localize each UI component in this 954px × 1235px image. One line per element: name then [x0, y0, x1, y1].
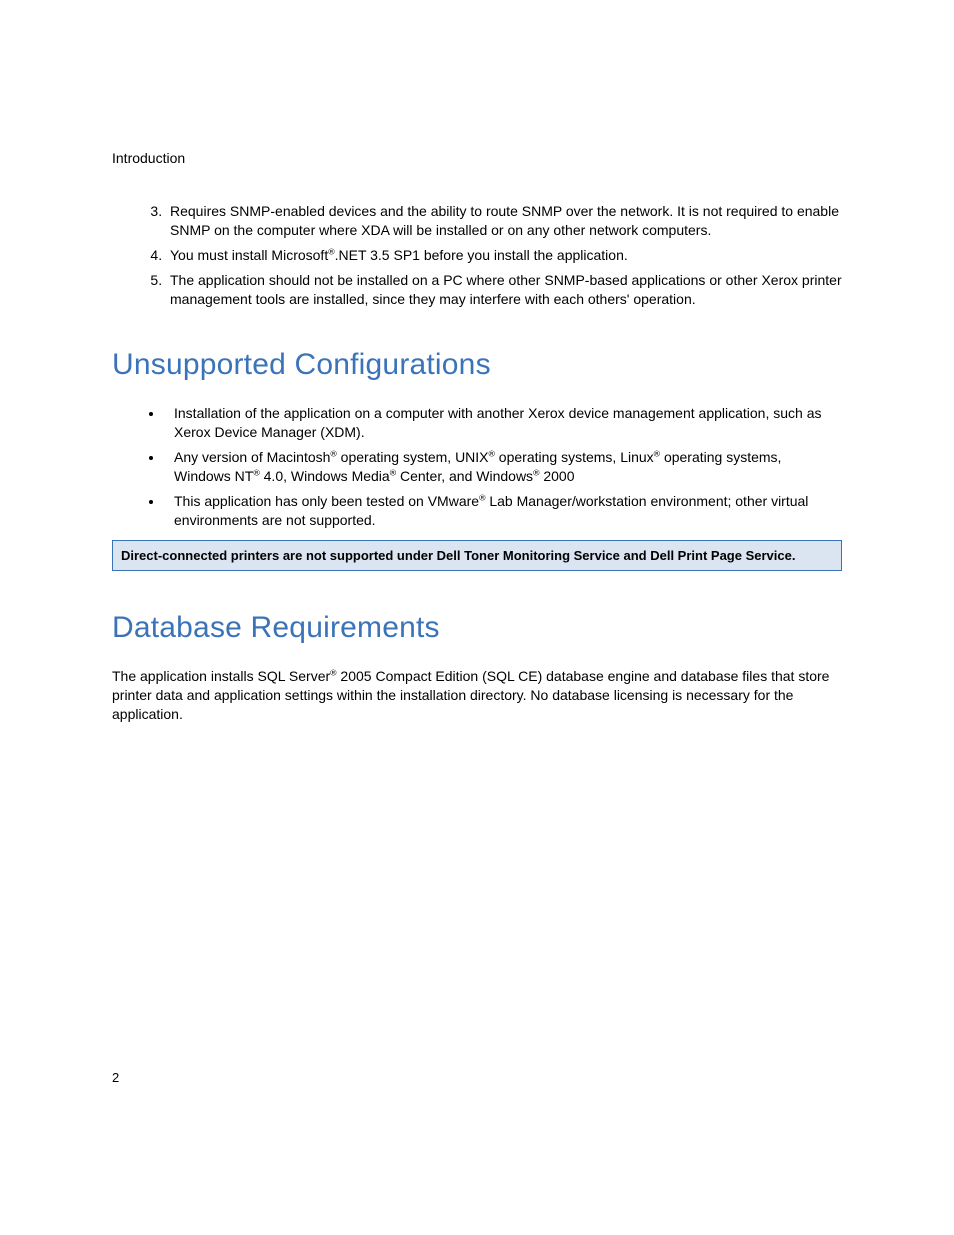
numbered-list: Requires SNMP-enabled devices and the ab…	[112, 202, 842, 308]
list-item-text: Any version of Macintosh	[174, 449, 330, 465]
list-item-text: Requires SNMP-enabled devices and the ab…	[170, 203, 839, 238]
heading-unsupported: Unsupported Configurations	[112, 348, 842, 382]
list-item-text: The application should not be installed …	[170, 272, 842, 307]
paragraph-text: The application installs SQL Server	[112, 668, 330, 684]
list-item-text: operating system, UNIX	[337, 449, 489, 465]
list-item-text: You must install Microsoft	[170, 247, 328, 263]
list-item: Requires SNMP-enabled devices and the ab…	[166, 202, 842, 240]
page-number: 2	[112, 1070, 119, 1085]
list-item-text: Center, and Windows	[396, 468, 533, 484]
body-paragraph: The application installs SQL Server® 200…	[112, 667, 842, 724]
bullet-list: Installation of the application on a com…	[112, 404, 842, 529]
list-item: The application should not be installed …	[166, 271, 842, 309]
list-item: Any version of Macintosh® operating syst…	[164, 448, 842, 486]
document-page: Introduction Requires SNMP-enabled devic…	[0, 0, 954, 1235]
note-box: Direct-connected printers are not suppor…	[112, 540, 842, 572]
heading-database: Database Requirements	[112, 611, 842, 645]
list-item-text: operating systems, Linux	[495, 449, 654, 465]
list-item-text: Installation of the application on a com…	[174, 405, 822, 440]
list-item: This application has only been tested on…	[164, 492, 842, 530]
list-item-text: This application has only been tested on…	[174, 493, 479, 509]
list-item-text: 2000	[539, 468, 574, 484]
section-header: Introduction	[112, 150, 842, 166]
list-item-text: .NET 3.5 SP1 before you install the appl…	[335, 247, 628, 263]
list-item: Installation of the application on a com…	[164, 404, 842, 442]
list-item: You must install Microsoft®.NET 3.5 SP1 …	[166, 246, 842, 265]
list-item-text: 4.0, Windows Media	[260, 468, 390, 484]
